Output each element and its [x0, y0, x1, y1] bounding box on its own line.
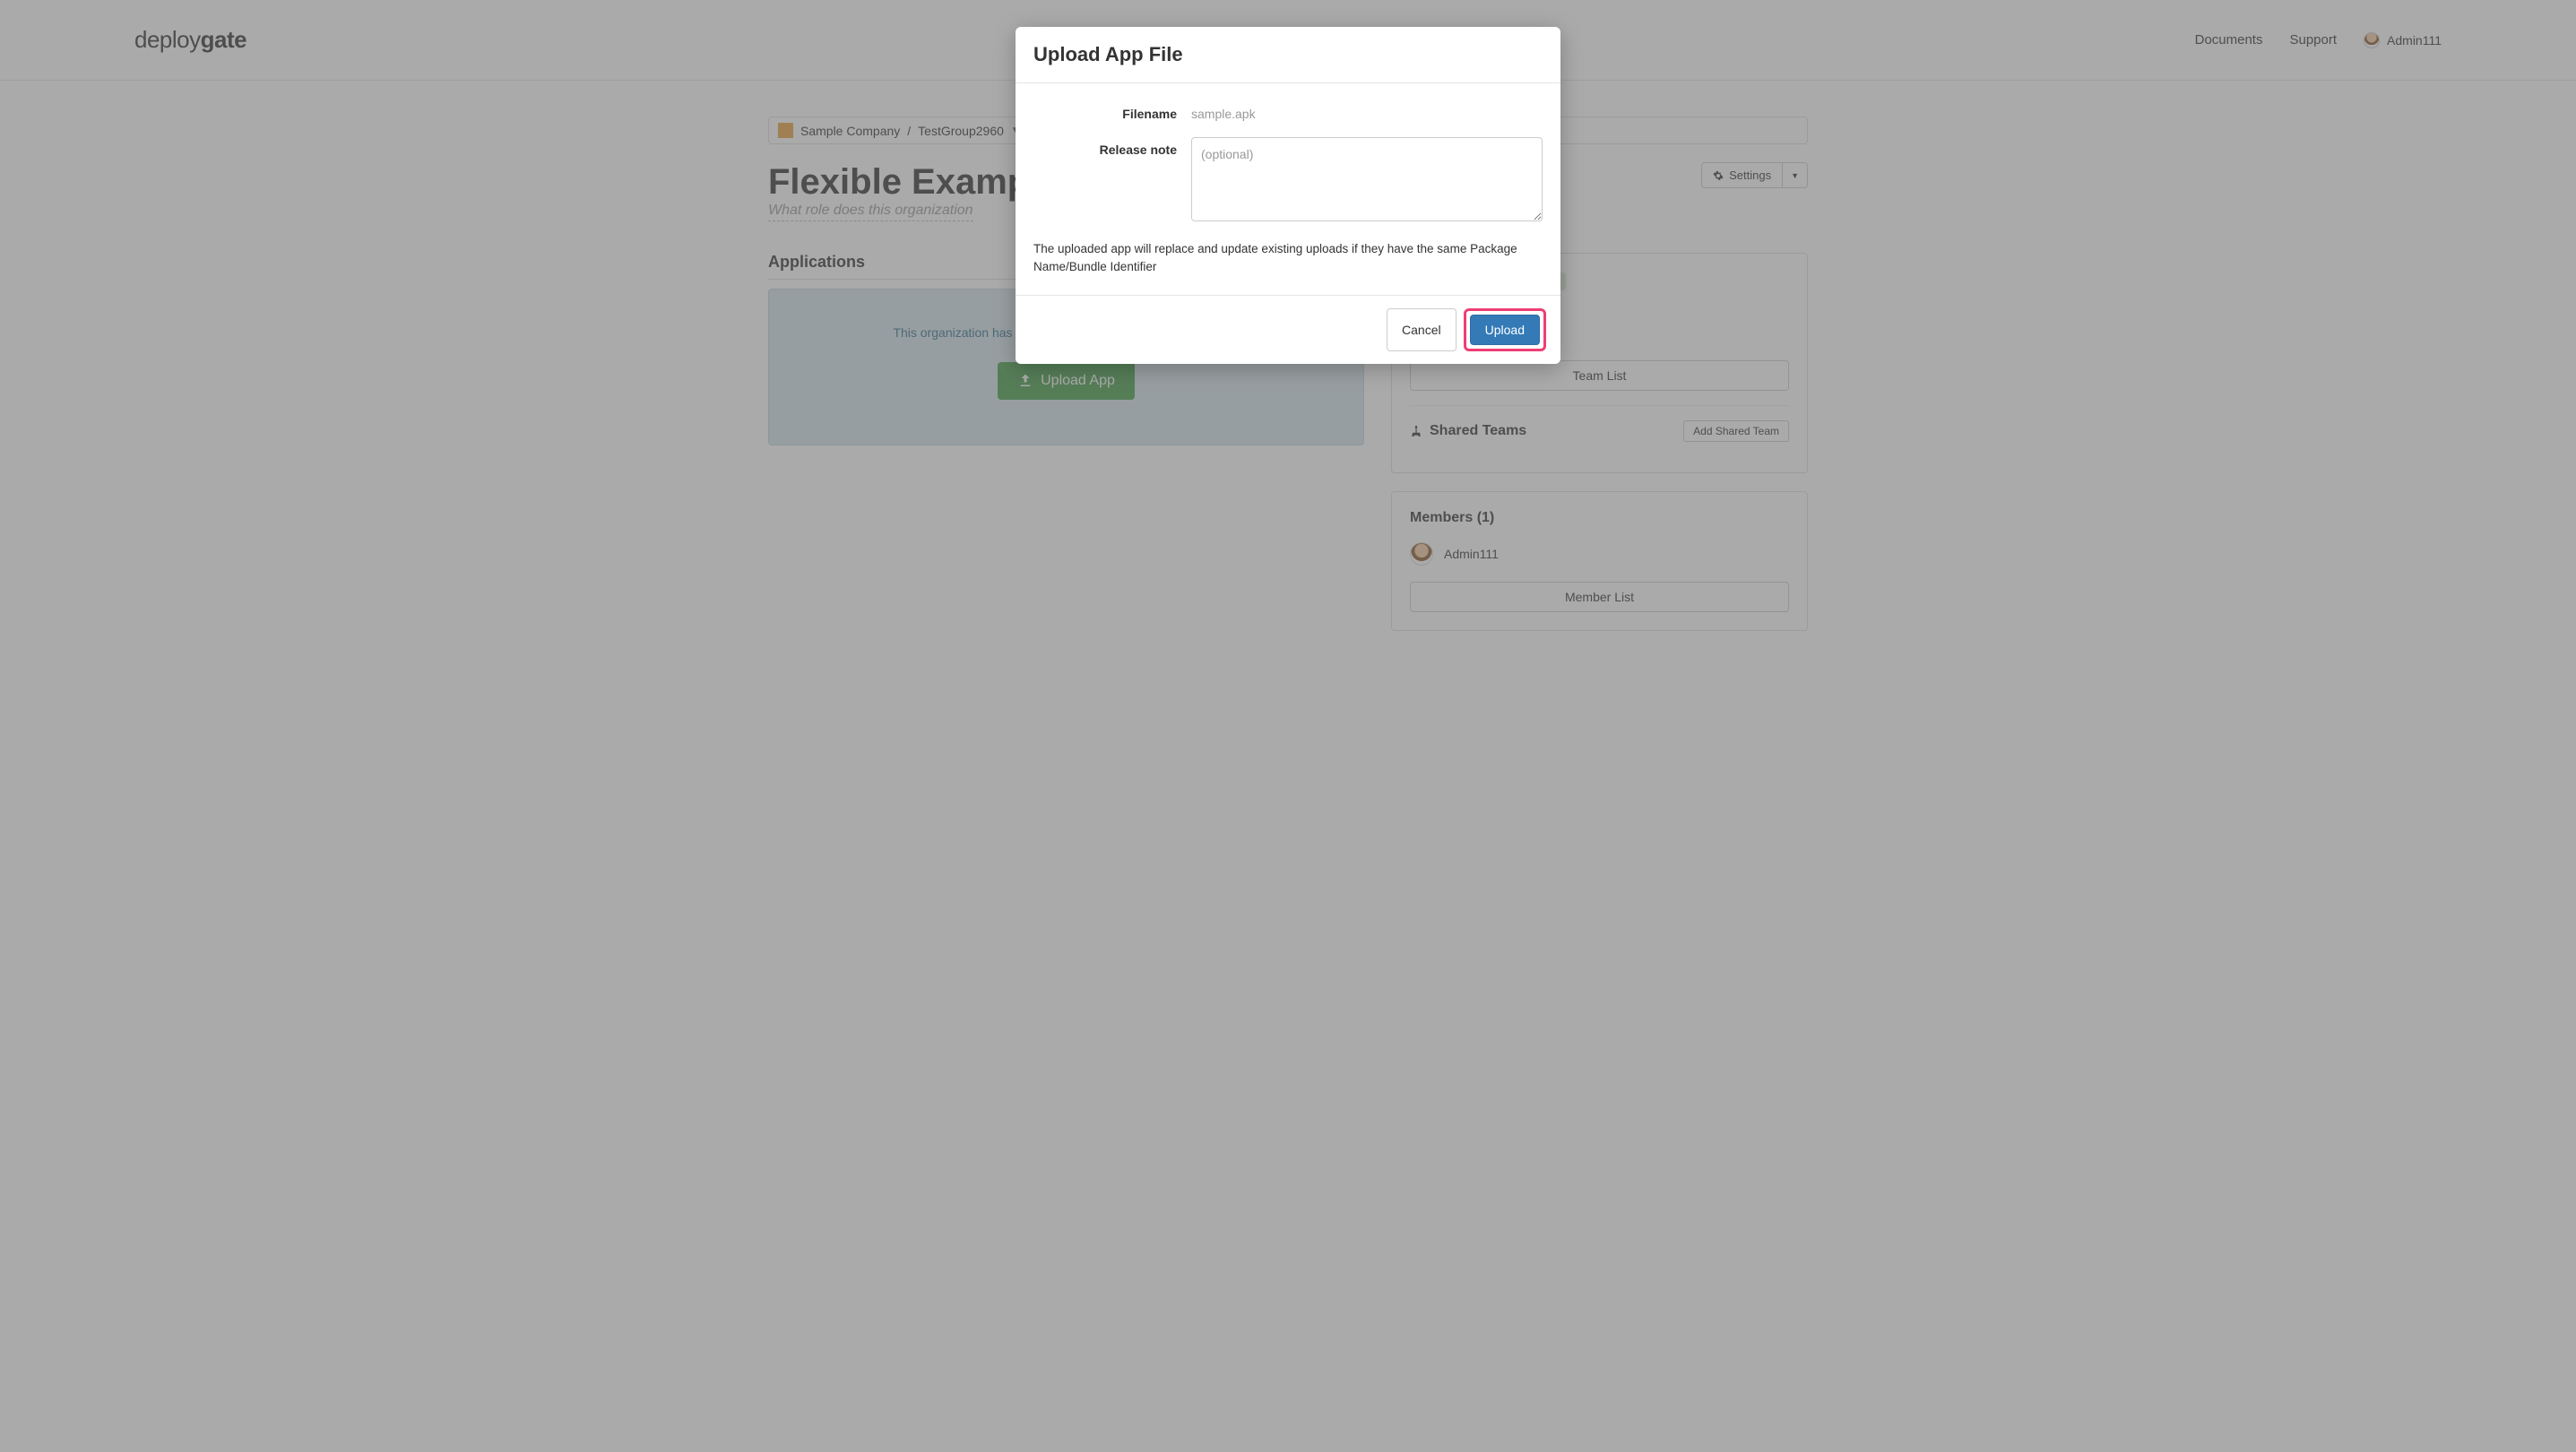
upload-modal: Upload App File Filename sample.apk Rele…	[1016, 27, 1560, 364]
release-note-input[interactable]	[1191, 137, 1543, 221]
filename-value: sample.apk	[1191, 101, 1543, 121]
modal-title: Upload App File	[1033, 43, 1543, 66]
release-note-label: Release note	[1033, 137, 1191, 157]
modal-overlay: Upload App File Filename sample.apk Rele…	[0, 0, 2576, 1452]
upload-button[interactable]: Upload	[1470, 315, 1540, 345]
modal-info-text: The uploaded app will replace and update…	[1033, 240, 1543, 277]
upload-highlight: Upload	[1464, 308, 1546, 351]
filename-label: Filename	[1033, 101, 1191, 121]
cancel-button[interactable]: Cancel	[1387, 308, 1457, 351]
